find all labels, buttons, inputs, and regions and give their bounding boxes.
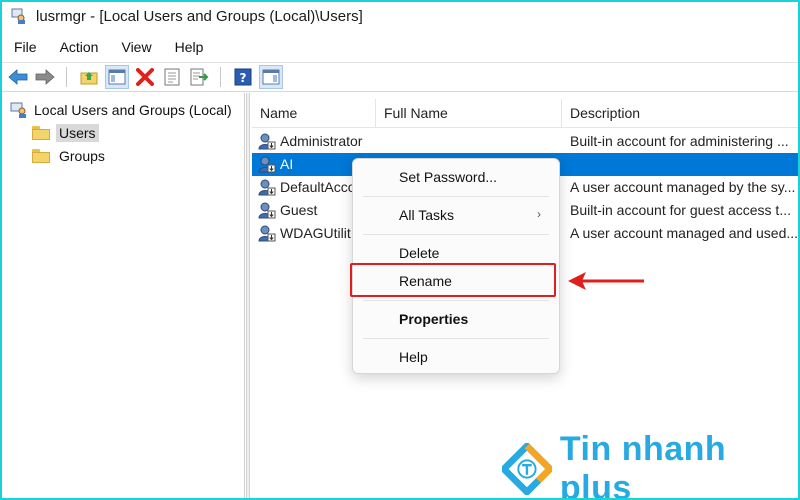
user-icon <box>258 202 276 219</box>
red-pointer-arrow-icon <box>568 272 644 290</box>
user-icon <box>258 156 276 173</box>
local-users-groups-icon <box>10 101 28 119</box>
tree-item-groups[interactable]: Groups <box>32 146 108 166</box>
toolbar-separator <box>220 67 221 87</box>
column-header-name[interactable]: Name <box>252 99 376 127</box>
tree-root-label: Local Users and Groups (Local) <box>34 102 232 118</box>
tree-root[interactable]: Local Users and Groups (Local) <box>10 101 232 119</box>
menu-separator <box>363 300 549 301</box>
action-pane-icon[interactable] <box>259 65 283 89</box>
menu-item-properties[interactable]: Properties <box>399 311 468 327</box>
menu-item-help[interactable]: Help <box>399 349 428 365</box>
column-header-description[interactable]: Description <box>562 99 798 127</box>
menu-view[interactable]: View <box>109 39 162 55</box>
menu-separator <box>363 338 549 339</box>
rename-highlight-box <box>350 263 556 297</box>
export-list-icon[interactable] <box>188 66 210 88</box>
brand-watermark: Tin nhanh plus <box>502 430 798 500</box>
menu-item-set-password[interactable]: Set Password... <box>399 169 497 185</box>
help-icon[interactable]: ? <box>232 66 254 88</box>
menu-item-delete[interactable]: Delete <box>399 245 439 261</box>
computer-management-icon <box>10 7 28 25</box>
brand-text: Tin nhanh plus <box>559 430 727 500</box>
menu-separator <box>363 234 549 235</box>
folder-icon <box>32 126 50 140</box>
toolbar-separator <box>66 67 67 87</box>
window-title: lusrmgr - [Local Users and Groups (Local… <box>36 7 363 25</box>
menu-item-all-tasks[interactable]: All Tasks <box>399 207 454 223</box>
row-description <box>570 153 798 176</box>
menu-help[interactable]: Help <box>163 39 215 55</box>
folder-icon <box>32 149 50 163</box>
column-header-full-name[interactable]: Full Name <box>376 99 562 127</box>
up-folder-icon[interactable] <box>78 66 100 88</box>
row-description: A user account managed by the sy... <box>570 179 796 195</box>
submenu-arrow-icon: › <box>537 207 541 221</box>
menu-action[interactable]: Action <box>48 39 110 55</box>
delete-icon[interactable] <box>134 66 156 88</box>
tree-item-label: Groups <box>59 148 105 164</box>
tree-item-users[interactable]: Users <box>32 123 99 143</box>
menu-separator <box>363 196 549 197</box>
user-icon <box>258 133 276 150</box>
toolbar: ? <box>2 62 798 92</box>
column-header-row: Name Full Name Description <box>252 99 798 128</box>
svg-text:?: ? <box>240 71 247 85</box>
row-description: Built-in account for administering ... <box>570 133 789 149</box>
row-description: Built-in account for guest access t... <box>570 202 791 218</box>
title-bar: lusrmgr - [Local Users and Groups (Local… <box>2 2 798 30</box>
show-hide-tree-icon[interactable] <box>105 65 129 89</box>
menu-file[interactable]: File <box>2 39 48 55</box>
back-icon[interactable] <box>7 66 29 88</box>
brand-logo-icon <box>502 443 552 495</box>
table-row[interactable]: Administrator Built-in account for admin… <box>252 130 798 153</box>
tree-item-label: Users <box>56 124 99 142</box>
row-description: A user account managed and used... <box>570 225 798 241</box>
user-icon <box>258 225 276 242</box>
properties-icon[interactable] <box>161 66 183 88</box>
row-full-name <box>384 130 554 153</box>
window: lusrmgr - [Local Users and Groups (Local… <box>0 0 800 500</box>
menu-bar: File Action View Help <box>2 36 214 58</box>
row-name: Administrator <box>280 133 363 149</box>
tree-pane: Local Users and Groups (Local) Users Gro… <box>2 93 245 498</box>
user-icon <box>258 179 276 196</box>
pane-splitter[interactable] <box>246 93 250 498</box>
forward-icon[interactable] <box>34 66 56 88</box>
